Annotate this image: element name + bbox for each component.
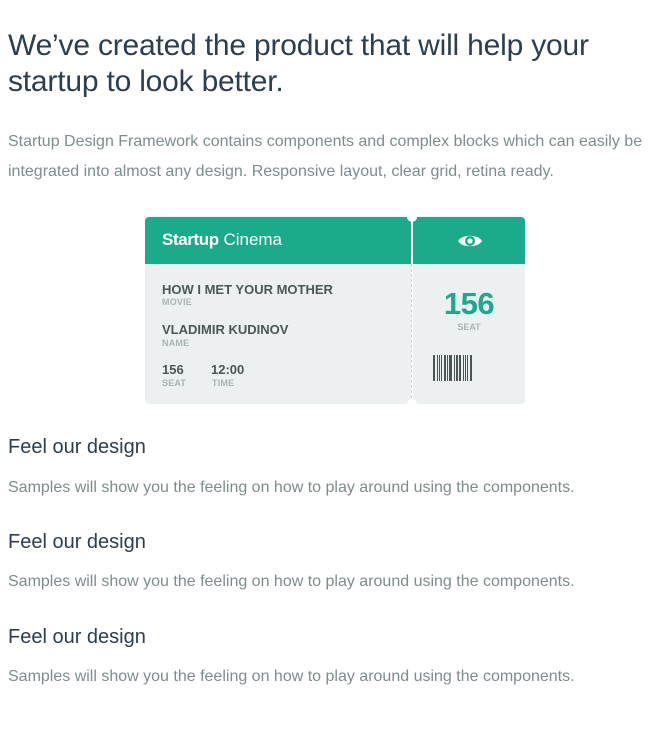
ticket-brand: Startup Cinema	[162, 230, 282, 250]
barcode-bar	[465, 355, 466, 381]
barcode-bar	[447, 355, 448, 381]
feature-title-2: Feel our design	[8, 531, 146, 553]
barcode-bar	[441, 355, 442, 381]
feature-text-3: Samples will show you the feeling on how…	[8, 668, 575, 685]
barcode-bar	[459, 355, 461, 381]
feature-text-2: Samples will show you the feeling on how…	[8, 573, 575, 590]
headline: We’ve created the product that will help…	[8, 29, 589, 98]
barcode-bar	[444, 355, 446, 381]
brand-bold: Startup	[162, 230, 219, 249]
seat-value: 156	[162, 362, 184, 377]
feature-title-3: Feel our design	[8, 626, 146, 648]
feature-text-1: Samples will show you the feeling on how…	[8, 479, 575, 496]
eye-icon[interactable]	[457, 231, 483, 251]
ticket-notch-top	[407, 212, 417, 222]
ticket-main: Startup Cinema HOW I MET YOUR MOTHER MOV…	[145, 217, 411, 404]
barcode-bar	[449, 355, 452, 381]
stub-seat-value: 156	[443, 286, 495, 321]
barcode-bar	[470, 355, 472, 381]
brand-light: Cinema	[223, 230, 283, 249]
barcode-icon	[433, 355, 472, 381]
barcode-bar	[437, 355, 438, 381]
barcode-bar	[454, 355, 455, 381]
movie-caption: MOVIE	[162, 297, 193, 307]
movie-title: HOW I MET YOUR MOTHER	[162, 282, 333, 297]
barcode-bar	[467, 355, 468, 381]
barcode-bar	[439, 355, 440, 381]
intro-text: Startup Design Framework contains compon…	[8, 133, 643, 180]
name-caption: NAME	[162, 338, 190, 348]
barcode-bar	[433, 355, 435, 381]
seat-caption: SEAT	[162, 378, 187, 388]
name-value: VLADIMIR KUDINOV	[162, 322, 289, 337]
cinema-ticket: Startup Cinema HOW I MET YOUR MOTHER MOV…	[145, 212, 525, 409]
page: We’ve created the product that will help…	[0, 0, 668, 731]
barcode-bar	[456, 355, 458, 381]
time-caption: TIME	[212, 378, 235, 388]
stub-seat-caption: SEAT	[457, 322, 481, 332]
feature-title-1: Feel our design	[8, 436, 146, 458]
perforation	[411, 264, 412, 398]
ticket-notch-bottom	[407, 399, 417, 409]
time-value: 12:00	[211, 362, 245, 377]
ticket-stub: 156 SEAT	[413, 217, 525, 404]
barcode-bar	[463, 355, 464, 381]
